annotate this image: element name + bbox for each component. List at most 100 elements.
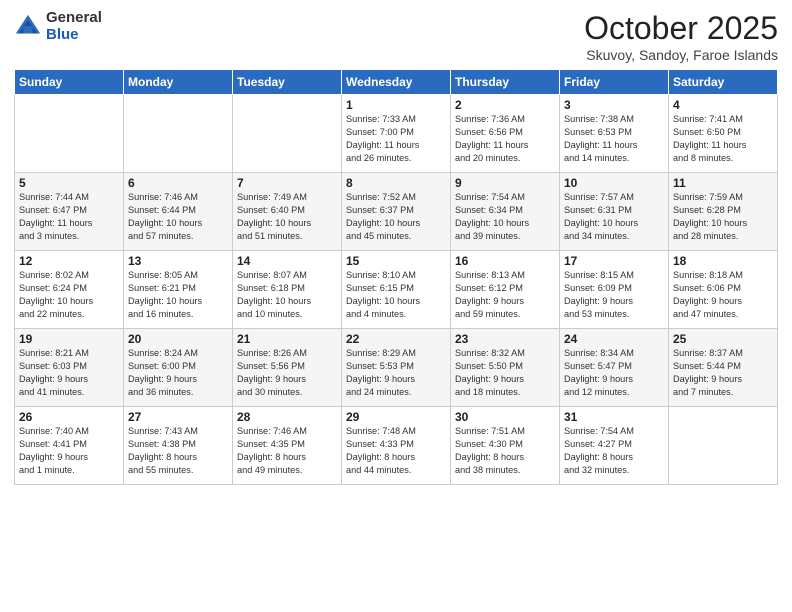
day-info: Sunrise: 8:07 AM Sunset: 6:18 PM Dayligh… bbox=[237, 269, 337, 321]
day-info: Sunrise: 8:18 AM Sunset: 6:06 PM Dayligh… bbox=[673, 269, 773, 321]
calendar-cell bbox=[15, 95, 124, 173]
month-title: October 2025 bbox=[584, 10, 778, 47]
day-info: Sunrise: 8:21 AM Sunset: 6:03 PM Dayligh… bbox=[19, 347, 119, 399]
calendar-cell: 5Sunrise: 7:44 AM Sunset: 6:47 PM Daylig… bbox=[15, 173, 124, 251]
calendar-cell: 1Sunrise: 7:33 AM Sunset: 7:00 PM Daylig… bbox=[342, 95, 451, 173]
location-subtitle: Skuvoy, Sandoy, Faroe Islands bbox=[584, 47, 778, 63]
day-info: Sunrise: 7:57 AM Sunset: 6:31 PM Dayligh… bbox=[564, 191, 664, 243]
logo-icon bbox=[14, 13, 42, 41]
day-number: 9 bbox=[455, 176, 555, 190]
day-info: Sunrise: 8:34 AM Sunset: 5:47 PM Dayligh… bbox=[564, 347, 664, 399]
weekday-header-wednesday: Wednesday bbox=[342, 70, 451, 95]
day-number: 4 bbox=[673, 98, 773, 112]
day-number: 23 bbox=[455, 332, 555, 346]
day-info: Sunrise: 7:38 AM Sunset: 6:53 PM Dayligh… bbox=[564, 113, 664, 165]
day-number: 20 bbox=[128, 332, 228, 346]
day-number: 3 bbox=[564, 98, 664, 112]
calendar-week-5: 26Sunrise: 7:40 AM Sunset: 4:41 PM Dayli… bbox=[15, 407, 778, 485]
calendar-cell: 26Sunrise: 7:40 AM Sunset: 4:41 PM Dayli… bbox=[15, 407, 124, 485]
day-number: 13 bbox=[128, 254, 228, 268]
weekday-header-tuesday: Tuesday bbox=[233, 70, 342, 95]
calendar-cell: 6Sunrise: 7:46 AM Sunset: 6:44 PM Daylig… bbox=[124, 173, 233, 251]
calendar-week-2: 5Sunrise: 7:44 AM Sunset: 6:47 PM Daylig… bbox=[15, 173, 778, 251]
day-info: Sunrise: 8:37 AM Sunset: 5:44 PM Dayligh… bbox=[673, 347, 773, 399]
day-info: Sunrise: 7:49 AM Sunset: 6:40 PM Dayligh… bbox=[237, 191, 337, 243]
calendar-cell: 7Sunrise: 7:49 AM Sunset: 6:40 PM Daylig… bbox=[233, 173, 342, 251]
calendar-body: 1Sunrise: 7:33 AM Sunset: 7:00 PM Daylig… bbox=[15, 95, 778, 485]
day-number: 12 bbox=[19, 254, 119, 268]
calendar-cell: 13Sunrise: 8:05 AM Sunset: 6:21 PM Dayli… bbox=[124, 251, 233, 329]
day-number: 5 bbox=[19, 176, 119, 190]
day-info: Sunrise: 7:41 AM Sunset: 6:50 PM Dayligh… bbox=[673, 113, 773, 165]
day-number: 26 bbox=[19, 410, 119, 424]
day-number: 18 bbox=[673, 254, 773, 268]
calendar-cell: 16Sunrise: 8:13 AM Sunset: 6:12 PM Dayli… bbox=[451, 251, 560, 329]
day-number: 14 bbox=[237, 254, 337, 268]
calendar-cell: 19Sunrise: 8:21 AM Sunset: 6:03 PM Dayli… bbox=[15, 329, 124, 407]
calendar-header: SundayMondayTuesdayWednesdayThursdayFrid… bbox=[15, 70, 778, 95]
weekday-header-row: SundayMondayTuesdayWednesdayThursdayFrid… bbox=[15, 70, 778, 95]
calendar-cell: 18Sunrise: 8:18 AM Sunset: 6:06 PM Dayli… bbox=[669, 251, 778, 329]
day-info: Sunrise: 8:15 AM Sunset: 6:09 PM Dayligh… bbox=[564, 269, 664, 321]
title-section: October 2025 Skuvoy, Sandoy, Faroe Islan… bbox=[584, 10, 778, 63]
day-number: 31 bbox=[564, 410, 664, 424]
day-info: Sunrise: 8:24 AM Sunset: 6:00 PM Dayligh… bbox=[128, 347, 228, 399]
calendar-cell: 22Sunrise: 8:29 AM Sunset: 5:53 PM Dayli… bbox=[342, 329, 451, 407]
day-info: Sunrise: 7:59 AM Sunset: 6:28 PM Dayligh… bbox=[673, 191, 773, 243]
calendar-cell: 9Sunrise: 7:54 AM Sunset: 6:34 PM Daylig… bbox=[451, 173, 560, 251]
calendar-cell bbox=[124, 95, 233, 173]
day-info: Sunrise: 7:46 AM Sunset: 4:35 PM Dayligh… bbox=[237, 425, 337, 477]
day-info: Sunrise: 7:52 AM Sunset: 6:37 PM Dayligh… bbox=[346, 191, 446, 243]
calendar-table: SundayMondayTuesdayWednesdayThursdayFrid… bbox=[14, 69, 778, 485]
day-info: Sunrise: 8:10 AM Sunset: 6:15 PM Dayligh… bbox=[346, 269, 446, 321]
day-info: Sunrise: 7:44 AM Sunset: 6:47 PM Dayligh… bbox=[19, 191, 119, 243]
calendar-cell: 25Sunrise: 8:37 AM Sunset: 5:44 PM Dayli… bbox=[669, 329, 778, 407]
calendar-cell: 15Sunrise: 8:10 AM Sunset: 6:15 PM Dayli… bbox=[342, 251, 451, 329]
day-info: Sunrise: 8:05 AM Sunset: 6:21 PM Dayligh… bbox=[128, 269, 228, 321]
day-info: Sunrise: 8:26 AM Sunset: 5:56 PM Dayligh… bbox=[237, 347, 337, 399]
day-number: 24 bbox=[564, 332, 664, 346]
weekday-header-thursday: Thursday bbox=[451, 70, 560, 95]
calendar-cell: 8Sunrise: 7:52 AM Sunset: 6:37 PM Daylig… bbox=[342, 173, 451, 251]
day-number: 11 bbox=[673, 176, 773, 190]
day-info: Sunrise: 7:40 AM Sunset: 4:41 PM Dayligh… bbox=[19, 425, 119, 477]
header: General Blue October 2025 Skuvoy, Sandoy… bbox=[14, 10, 778, 63]
calendar-cell: 17Sunrise: 8:15 AM Sunset: 6:09 PM Dayli… bbox=[560, 251, 669, 329]
calendar-cell: 10Sunrise: 7:57 AM Sunset: 6:31 PM Dayli… bbox=[560, 173, 669, 251]
calendar-week-3: 12Sunrise: 8:02 AM Sunset: 6:24 PM Dayli… bbox=[15, 251, 778, 329]
day-info: Sunrise: 8:32 AM Sunset: 5:50 PM Dayligh… bbox=[455, 347, 555, 399]
day-number: 22 bbox=[346, 332, 446, 346]
day-number: 29 bbox=[346, 410, 446, 424]
day-number: 2 bbox=[455, 98, 555, 112]
calendar-cell: 21Sunrise: 8:26 AM Sunset: 5:56 PM Dayli… bbox=[233, 329, 342, 407]
day-number: 1 bbox=[346, 98, 446, 112]
day-info: Sunrise: 7:43 AM Sunset: 4:38 PM Dayligh… bbox=[128, 425, 228, 477]
day-info: Sunrise: 7:33 AM Sunset: 7:00 PM Dayligh… bbox=[346, 113, 446, 165]
day-info: Sunrise: 7:54 AM Sunset: 6:34 PM Dayligh… bbox=[455, 191, 555, 243]
day-number: 7 bbox=[237, 176, 337, 190]
day-number: 8 bbox=[346, 176, 446, 190]
day-number: 30 bbox=[455, 410, 555, 424]
day-number: 25 bbox=[673, 332, 773, 346]
calendar-cell: 29Sunrise: 7:48 AM Sunset: 4:33 PM Dayli… bbox=[342, 407, 451, 485]
day-info: Sunrise: 7:46 AM Sunset: 6:44 PM Dayligh… bbox=[128, 191, 228, 243]
day-number: 15 bbox=[346, 254, 446, 268]
day-number: 19 bbox=[19, 332, 119, 346]
calendar-week-4: 19Sunrise: 8:21 AM Sunset: 6:03 PM Dayli… bbox=[15, 329, 778, 407]
day-info: Sunrise: 7:51 AM Sunset: 4:30 PM Dayligh… bbox=[455, 425, 555, 477]
calendar-cell: 30Sunrise: 7:51 AM Sunset: 4:30 PM Dayli… bbox=[451, 407, 560, 485]
calendar-week-1: 1Sunrise: 7:33 AM Sunset: 7:00 PM Daylig… bbox=[15, 95, 778, 173]
calendar-cell: 31Sunrise: 7:54 AM Sunset: 4:27 PM Dayli… bbox=[560, 407, 669, 485]
calendar-cell: 28Sunrise: 7:46 AM Sunset: 4:35 PM Dayli… bbox=[233, 407, 342, 485]
weekday-header-sunday: Sunday bbox=[15, 70, 124, 95]
calendar-cell: 12Sunrise: 8:02 AM Sunset: 6:24 PM Dayli… bbox=[15, 251, 124, 329]
calendar-cell: 23Sunrise: 8:32 AM Sunset: 5:50 PM Dayli… bbox=[451, 329, 560, 407]
day-info: Sunrise: 8:29 AM Sunset: 5:53 PM Dayligh… bbox=[346, 347, 446, 399]
calendar-cell: 24Sunrise: 8:34 AM Sunset: 5:47 PM Dayli… bbox=[560, 329, 669, 407]
main-container: General Blue October 2025 Skuvoy, Sandoy… bbox=[0, 0, 792, 612]
day-number: 21 bbox=[237, 332, 337, 346]
day-info: Sunrise: 7:36 AM Sunset: 6:56 PM Dayligh… bbox=[455, 113, 555, 165]
calendar-cell: 27Sunrise: 7:43 AM Sunset: 4:38 PM Dayli… bbox=[124, 407, 233, 485]
calendar-cell: 3Sunrise: 7:38 AM Sunset: 6:53 PM Daylig… bbox=[560, 95, 669, 173]
weekday-header-friday: Friday bbox=[560, 70, 669, 95]
